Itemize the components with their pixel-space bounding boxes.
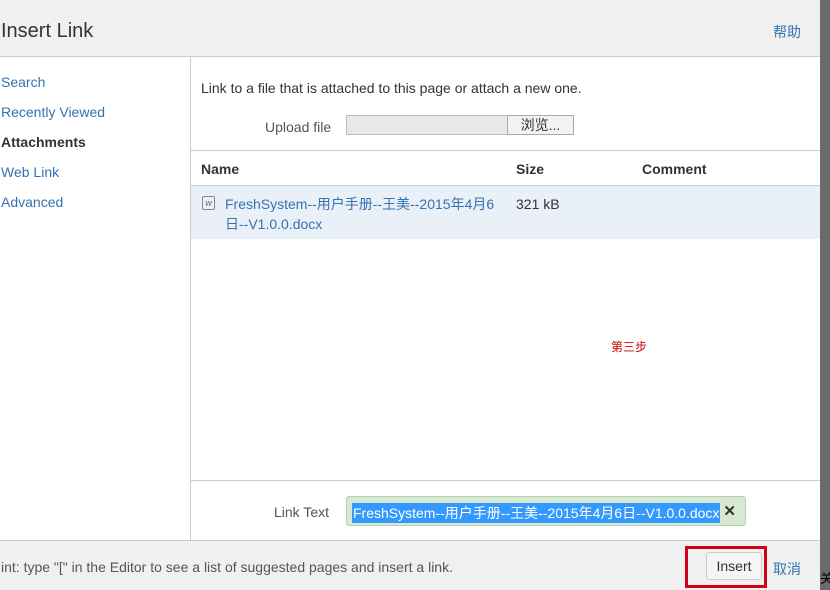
cancel-link[interactable]: 取消 <box>773 559 801 579</box>
link-text-field[interactable]: FreshSystem--用户手册--王美--2015年4月6日--V1.0.0… <box>346 496 746 526</box>
background-text: 关 <box>820 571 830 586</box>
column-comment[interactable]: Comment <box>642 161 707 177</box>
upload-file-label: Upload file <box>265 119 332 135</box>
hint-text: int: type "[" in the Editor to see a lis… <box>1 559 453 575</box>
dialog-title: Insert Link <box>1 20 94 42</box>
intro-text: Link to a file that is attached to this … <box>201 80 582 96</box>
help-link[interactable]: 帮助 <box>773 22 801 42</box>
step-annotation: 第三步 <box>611 340 648 354</box>
dialog-header: Insert Link 帮助 <box>0 0 820 57</box>
sidebar-item-web-link[interactable]: Web Link <box>1 164 59 180</box>
upload-file-input[interactable] <box>346 115 508 135</box>
link-text-bar: Link Text FreshSystem--用户手册--王美--2015年4月… <box>191 480 820 540</box>
file-size: 321 kB <box>516 196 560 212</box>
file-name-link[interactable]: FreshSystem--用户手册--王美--2015年4月6日--V1.0.0… <box>225 194 505 234</box>
clear-icon[interactable]: ✕ <box>723 502 736 520</box>
table-header: Name Size Comment <box>191 150 820 186</box>
sidebar: Search Recently Viewed Attachments Web L… <box>0 57 191 540</box>
insert-link-dialog: Insert Link 帮助 Search Recently Viewed At… <box>0 0 820 590</box>
link-text-value[interactable]: FreshSystem--用户手册--王美--2015年4月6日--V1.0.0… <box>352 503 721 523</box>
column-name[interactable]: Name <box>201 161 239 177</box>
sidebar-item-advanced[interactable]: Advanced <box>1 194 63 210</box>
column-size[interactable]: Size <box>516 161 544 177</box>
sidebar-item-attachments[interactable]: Attachments <box>1 134 86 150</box>
link-text-label: Link Text <box>274 504 329 520</box>
dialog-footer: int: type "[" in the Editor to see a lis… <box>0 540 820 590</box>
word-doc-icon: w <box>202 196 215 210</box>
sidebar-item-search[interactable]: Search <box>1 74 45 90</box>
highlight-box <box>685 546 767 588</box>
attachments-panel: Link to a file that is attached to this … <box>191 57 820 540</box>
browse-button[interactable]: 浏览... <box>507 115 574 135</box>
table-row[interactable]: w FreshSystem--用户手册--王美--2015年4月6日--V1.0… <box>191 186 820 239</box>
sidebar-item-recently-viewed[interactable]: Recently Viewed <box>1 104 105 120</box>
